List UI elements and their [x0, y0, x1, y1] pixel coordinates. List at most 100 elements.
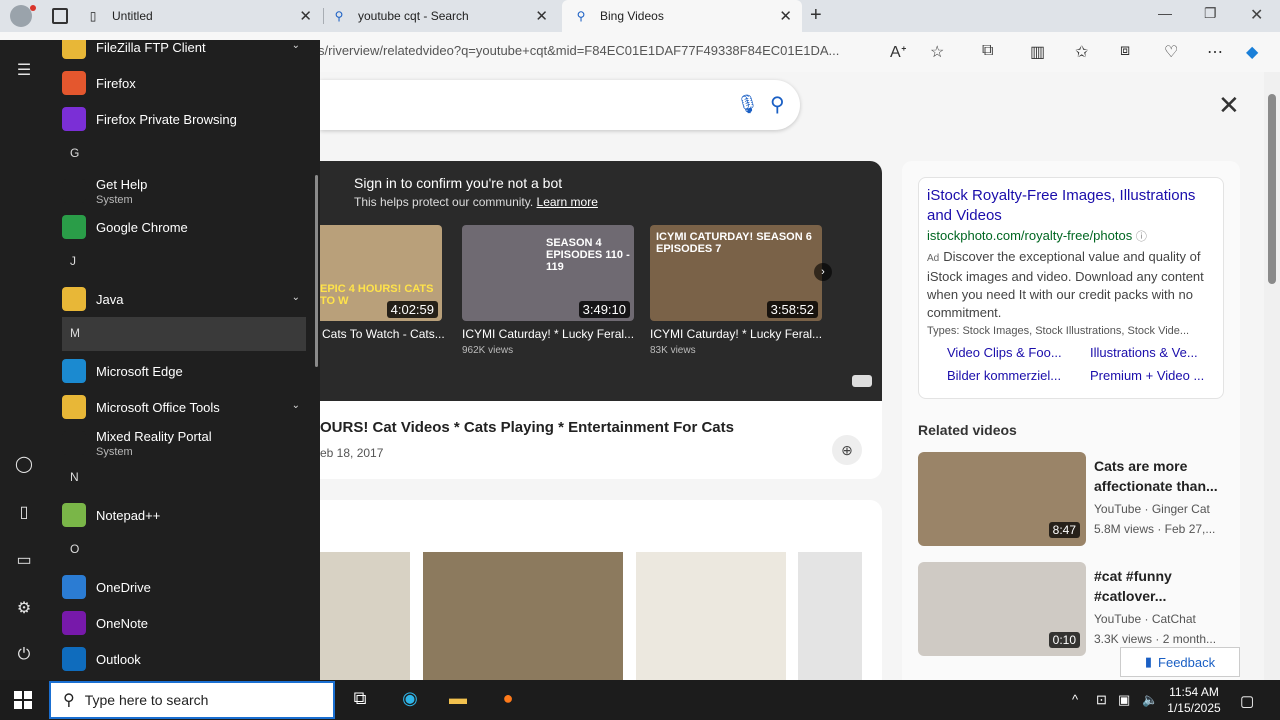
scrollbar-thumb[interactable] [1268, 94, 1276, 284]
start-menu-scrollbar[interactable] [315, 175, 318, 367]
tab-untitled[interactable]: ▯ Untitled ✕ [86, 0, 322, 32]
close-icon[interactable]: ✕ [1218, 90, 1240, 121]
firefox-taskbar-icon[interactable]: ● [496, 688, 520, 712]
extensions-icon[interactable]: ⧉ [982, 42, 993, 60]
youtube-icon[interactable] [852, 375, 872, 387]
favorite-star-icon[interactable]: ☆ [930, 42, 944, 62]
favorites-icon[interactable]: ✩ [1075, 42, 1088, 62]
show-hidden-icons[interactable]: ^ [1072, 692, 1078, 707]
settings-gear-icon[interactable]: ⚙ [14, 598, 34, 618]
power-icon[interactable]: ⏻ [14, 646, 34, 666]
start-menu-item[interactable]: Get Help System [62, 174, 306, 208]
start-menu-letter-o[interactable]: O [70, 542, 79, 556]
tray-app-icon[interactable]: ⊡ [1096, 692, 1107, 708]
related-video-item[interactable]: 8:47 Cats are more affectionate than... … [918, 452, 1228, 548]
tab-label: Untitled [112, 9, 153, 23]
suggested-video-caption[interactable]: ICYMI Caturday! * Lucky Feral... [462, 327, 634, 341]
image-card[interactable] [320, 552, 410, 680]
video-player[interactable]: Sign in to confirm you're not a bot This… [320, 161, 882, 401]
start-menu-item[interactable]: FileZilla FTP Client ⌄ [62, 40, 306, 64]
start-menu-letter-m[interactable]: M [70, 326, 80, 340]
chevron-down-icon[interactable]: ⌄ [292, 292, 300, 303]
chevron-down-icon[interactable]: ⌄ [292, 40, 300, 51]
system-clock[interactable]: 11:54 AM 1/15/2025 [1162, 684, 1226, 716]
start-menu-letter-n[interactable]: N [70, 470, 79, 484]
tab-bing-videos[interactable]: ⚲ Bing Videos ✕ [562, 0, 802, 32]
suggested-video-caption[interactable]: ICYMI Caturday! * Lucky Feral... [650, 327, 822, 341]
page-scrollbar[interactable] [1264, 72, 1280, 680]
restore-icon[interactable]: ❐ [1204, 5, 1217, 22]
start-menu-item[interactable]: Google Chrome [62, 210, 306, 244]
edge-taskbar-icon[interactable]: ◉ [398, 688, 422, 712]
copilot-icon[interactable]: ◆ [1246, 42, 1258, 62]
close-window-icon[interactable]: ✕ [1250, 5, 1263, 25]
split-screen-icon[interactable]: ▥ [1030, 42, 1045, 62]
image-card[interactable] [798, 552, 862, 680]
video-title[interactable]: OURS! Cat Videos * Cats Playing * Entert… [320, 419, 734, 436]
start-menu-item[interactable]: OneDrive [62, 570, 306, 604]
read-aloud-icon[interactable]: Aᐩ [890, 42, 907, 62]
start-menu-group-header[interactable] [62, 317, 306, 351]
start-menu-item[interactable]: Firefox [62, 66, 306, 100]
chevron-down-icon[interactable]: ⌄ [292, 400, 300, 411]
file-explorer-icon[interactable]: ▬ [446, 688, 470, 712]
more-menu-icon[interactable]: ⋯ [1207, 42, 1223, 62]
ad-sitelink[interactable]: Premium + Video ... [1090, 368, 1215, 383]
suggested-video-thumb[interactable]: ICYMI CATURDAY! SEASON 6 EPISODES 7 3:58… [650, 225, 822, 321]
network-icon[interactable]: ▣ [1118, 692, 1130, 708]
image-card[interactable] [423, 552, 623, 680]
suggested-video-thumb[interactable]: EPIC 4 HOURS! CATS TO W 4:02:59 [320, 225, 442, 321]
related-video-title[interactable]: #cat #funny #catlover... [1094, 566, 1224, 606]
learn-more-link[interactable]: Learn more [537, 195, 598, 209]
profile-avatar[interactable] [10, 5, 32, 27]
close-tab-icon[interactable]: ✕ [779, 7, 792, 25]
pictures-icon[interactable]: ▭ [14, 550, 34, 570]
tab-youtube-search[interactable]: ⚲ youtube cqt - Search ✕ [332, 0, 558, 32]
start-menu-letter-j[interactable]: J [70, 254, 76, 268]
notifications-icon[interactable]: ▢ [1240, 692, 1254, 710]
ad-title[interactable]: iStock Royalty-Free Images, Illustration… [927, 186, 1215, 226]
search-box[interactable]: 🎙 ⚲ [320, 80, 800, 130]
collections-icon[interactable]: ⧈ [1120, 42, 1130, 60]
related-video-title[interactable]: Cats are more affectionate than... [1094, 456, 1224, 496]
ad-sitelink[interactable]: Bilder kommerziel... [947, 368, 1072, 383]
documents-icon[interactable]: ▯ [14, 502, 34, 522]
image-card[interactable] [636, 552, 786, 680]
ad-sitelink[interactable]: Illustrations & Ve... [1090, 345, 1215, 360]
task-view-icon[interactable]: ⧉ [348, 688, 372, 712]
start-menu-letter-g[interactable]: G [70, 146, 79, 160]
close-tab-icon[interactable]: ✕ [299, 7, 312, 25]
search-icon[interactable]: ⚲ [770, 92, 785, 117]
new-tab-button[interactable]: + [810, 4, 822, 27]
user-account-icon[interactable]: ◯ [14, 454, 34, 474]
start-menu-item[interactable]: OneNote [62, 606, 306, 640]
related-video-thumb[interactable]: 0:10 [918, 562, 1086, 656]
windows-start-icon[interactable] [14, 691, 32, 709]
start-menu-item[interactable]: Notepad++ [62, 498, 306, 532]
browser-essentials-icon[interactable]: ♡ [1164, 42, 1178, 62]
taskbar-search-box[interactable]: ⚲ Type here to search [49, 681, 335, 719]
start-menu-item[interactable]: Firefox Private Browsing [62, 102, 306, 136]
address-bar[interactable]: s/riverview/relatedvideo?q=youtube+cqt&m… [318, 43, 839, 58]
related-video-thumb[interactable]: 8:47 [918, 452, 1086, 546]
start-menu-item[interactable]: Outlook [62, 642, 306, 676]
start-menu-item[interactable]: Mixed Reality Portal System [62, 426, 306, 460]
ad-url[interactable]: istockphoto.com/royalty-free/photos ⓘ [927, 228, 1215, 244]
info-icon[interactable]: ⓘ [1136, 231, 1147, 243]
feedback-button[interactable]: ▮ Feedback [1120, 647, 1240, 677]
start-menu-item[interactable]: Microsoft Office Tools ⌄ [62, 390, 306, 424]
start-menu-item[interactable]: Microsoft Edge [62, 354, 306, 388]
start-menu-item[interactable]: Java ⌄ [62, 282, 306, 316]
related-video-item[interactable]: 0:10 #cat #funny #catlover... YouTube · … [918, 562, 1228, 658]
minimize-icon[interactable]: — [1158, 5, 1172, 21]
close-tab-icon[interactable]: ✕ [535, 7, 548, 25]
ad-sitelink[interactable]: Video Clips & Foo... [947, 345, 1072, 360]
suggested-video-thumb[interactable]: SEASON 4 EPISODES 110 - 119 3:49:10 [462, 225, 634, 321]
hamburger-menu-icon[interactable]: ☰ [14, 60, 34, 80]
suggested-video-caption[interactable]: Cats To Watch - Cats... [322, 327, 445, 341]
volume-icon[interactable]: 🔈 [1142, 692, 1158, 708]
tab-actions-icon[interactable] [52, 8, 68, 24]
microphone-icon[interactable]: 🎙 [736, 94, 759, 115]
next-arrow-icon[interactable]: › [814, 263, 832, 281]
save-video-icon[interactable]: ⊕ [832, 435, 862, 465]
